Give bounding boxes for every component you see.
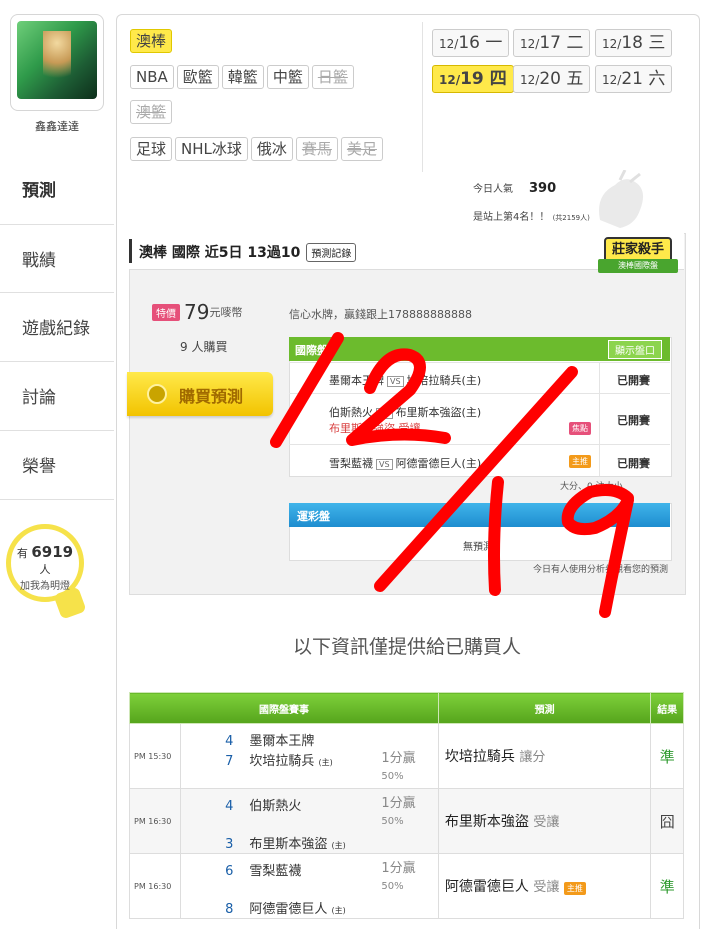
- buy-prediction-button[interactable]: 購買預測: [127, 372, 273, 416]
- game-status: 已開賽: [617, 414, 650, 427]
- league-row-1: 澳棒: [130, 29, 175, 53]
- prediction-record-button[interactable]: 預測記錄: [306, 243, 357, 262]
- date-tab-1216[interactable]: 12/16 一: [432, 29, 510, 57]
- show-odds-button[interactable]: 顯示盤口: [608, 340, 662, 359]
- popularity-value: 390: [529, 181, 557, 196]
- divider: [422, 22, 423, 172]
- league-tag-nhl[interactable]: NHL冰球: [175, 137, 248, 161]
- table-row: PM 16:30 4 伯斯熱火 3 布里斯本強盜 (主) 1分贏 50% 布里斯本強盜…: [128, 788, 684, 854]
- bookie-killer-badge: 莊家殺手 澳棒國際盤: [598, 237, 678, 275]
- intl-row: 墨爾本王牌 VS 坎培拉騎兵(主) 已開賽: [289, 362, 670, 393]
- no-prediction-text: 無預測: [463, 542, 493, 553]
- header-result: 結果: [650, 692, 684, 724]
- result-mark: 準: [650, 723, 684, 789]
- menu-item-game-log[interactable]: 遊戲紀錄: [0, 292, 114, 360]
- table-row: PM 16:30 6 雪梨藍襪 8 阿德雷德巨人 (主) 1分贏 50% 阿德雷德巨人…: [128, 853, 684, 919]
- league-tag-korea-bball[interactable]: 韓籃: [221, 65, 264, 89]
- result-mark: 囧: [650, 788, 684, 854]
- menu-item-record[interactable]: 戰績: [0, 224, 114, 292]
- league-row-2: NBA 歐籃 韓籃 中籃 日籃: [130, 65, 357, 89]
- buyers-only-note: 以下資訊僅提供給已購買人: [292, 636, 521, 658]
- username: 鑫鑫達達: [35, 120, 79, 133]
- fans-bulb[interactable]: 有 6919 人 加我為明燈: [6, 524, 84, 602]
- menu-item-discussion[interactable]: 討論: [0, 361, 114, 429]
- game-status: 已開賽: [617, 374, 650, 387]
- intl-odds-header: 國際盤 顯示盤口: [289, 337, 670, 361]
- results-table: 國際盤賽事 預測 結果 PM 15:30 4 墨爾本王牌 7 坎培拉騎兵 (主) 1…: [128, 692, 684, 919]
- league-tag-russia-hockey[interactable]: 俄冰: [250, 137, 293, 161]
- focus-chip: 焦點: [569, 422, 591, 435]
- league-tag-nba[interactable]: NBA: [130, 65, 174, 89]
- league-tag-aus-bball: 澳籃: [130, 100, 173, 124]
- header-games: 國際盤賽事: [129, 692, 439, 724]
- avatar[interactable]: [10, 14, 104, 111]
- result-mark: 準: [650, 853, 684, 919]
- lottery-header: 運彩盤: [289, 503, 670, 527]
- price: 79: [184, 300, 210, 324]
- date-tab-1219[interactable]: 12/19 四: [432, 65, 514, 93]
- league-tag-aus-baseball[interactable]: 澳棒: [130, 29, 173, 53]
- header-prediction: 預測: [437, 692, 652, 724]
- league-tag-japan-bball: 日籃: [311, 65, 354, 89]
- league-tag-china-bball[interactable]: 中籃: [266, 65, 309, 89]
- game-status: 已開賽: [617, 457, 650, 470]
- rank-text: 是站上第4名！！ (共2159人): [473, 212, 590, 223]
- follow-link[interactable]: 加我為明燈: [11, 577, 79, 592]
- date-tab-1221[interactable]: 12/21 六: [595, 65, 673, 93]
- intl-row: 雪梨藍襪 VS 阿德雷德巨人(主) 主推 已開賽: [289, 444, 670, 476]
- sidebar: 鑫鑫達達 預測 戰績 遊戲紀錄 討論 榮譽 有 6919 人 加我為明燈: [0, 0, 116, 928]
- today-note: 今日有人使用分析券觀看您的預測: [533, 565, 669, 575]
- filter-text: 大分、0 注大小: [560, 482, 623, 492]
- buyer-count: 9 人購買: [180, 340, 228, 354]
- confidence-text: 信心水牌，贏錢跟上178888888888: [289, 308, 472, 321]
- coin-icon: [147, 384, 167, 404]
- menu-item-predict[interactable]: 預測: [0, 154, 114, 222]
- league-tag-soccer[interactable]: 足球: [130, 137, 173, 161]
- date-tab-1218[interactable]: 12/18 三: [595, 29, 673, 57]
- league-tag-euro-bball[interactable]: 歐籃: [176, 65, 219, 89]
- sale-tag: 特價: [152, 303, 180, 321]
- menu-divider: [0, 499, 114, 500]
- popularity: 今日人氣 390: [473, 181, 557, 196]
- price-box: 特價 79元嘜幣: [152, 300, 242, 324]
- mascot-icon: [599, 170, 644, 228]
- menu-item-honor[interactable]: 榮譽: [0, 430, 114, 498]
- table-row: PM 15:30 4 墨爾本王牌 7 坎培拉騎兵 (主) 1分贏 50% 坎培拉騎兵 …: [128, 723, 684, 789]
- intl-row: 伯斯熱火 VS 布里斯本強盜(主) 布里斯本強盜 受讓 焦點 已開賽: [289, 393, 670, 444]
- league-row-3: 澳籃: [130, 100, 175, 124]
- date-tab-1217[interactable]: 12/17 二: [513, 29, 591, 57]
- date-tab-1220[interactable]: 12/20 五: [513, 65, 591, 93]
- league-row-4: 足球 NHL冰球 俄冰 賽馬 美足: [130, 137, 386, 161]
- prediction-title: 澳棒 國際 近5日 13過10: [139, 245, 301, 261]
- league-tag-nfl: 美足: [340, 137, 383, 161]
- fans-count: 6919: [31, 543, 74, 561]
- league-tag-horse: 賽馬: [295, 137, 338, 161]
- main-pick-chip: 主推: [569, 455, 591, 468]
- main-pick-chip: 主推: [563, 882, 586, 895]
